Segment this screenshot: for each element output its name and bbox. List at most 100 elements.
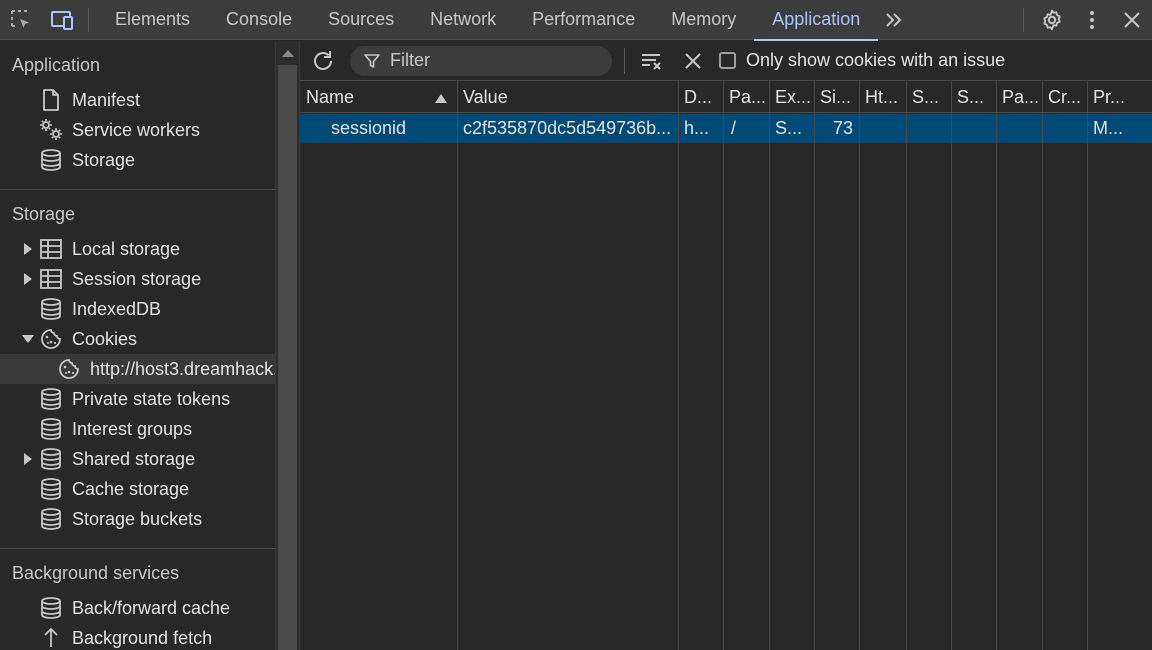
scrollbar-thumb[interactable] xyxy=(278,65,297,650)
table-row[interactable]: sessionid c2f535870dc5d549736b... h... /… xyxy=(300,114,1152,143)
filter-input-wrapper[interactable] xyxy=(350,45,612,76)
database-icon xyxy=(38,593,64,623)
column-divider[interactable] xyxy=(859,81,860,650)
sidebar-item-cookies[interactable]: Cookies xyxy=(0,324,275,354)
database-icon xyxy=(38,145,64,175)
expand-arrow-icon[interactable] xyxy=(22,264,34,294)
column-divider[interactable] xyxy=(951,81,952,650)
column-divider[interactable] xyxy=(678,81,679,650)
document-icon xyxy=(38,85,64,115)
section-header-application: Application xyxy=(12,54,101,75)
application-sidebar: Application Manifest Service workers Sto… xyxy=(0,41,275,650)
column-header-name[interactable]: Name xyxy=(300,81,457,113)
column-header-value[interactable]: Value xyxy=(457,81,678,113)
refresh-icon[interactable] xyxy=(300,41,346,81)
close-devtools-icon[interactable] xyxy=(1112,0,1152,40)
collapse-arrow-icon[interactable] xyxy=(22,324,34,354)
tab-memory[interactable]: Memory xyxy=(653,0,754,40)
only-issues-checkbox[interactable]: Only show cookies with an issue xyxy=(719,50,1005,71)
column-header-cross-site[interactable]: Cr... xyxy=(1042,81,1087,113)
sidebar-item-cache-storage[interactable]: Cache storage xyxy=(0,474,275,504)
column-divider[interactable] xyxy=(996,81,997,650)
sidebar-scrollbar[interactable] xyxy=(275,41,300,650)
column-divider[interactable] xyxy=(1087,81,1088,650)
cell-value: c2f535870dc5d549736b... xyxy=(463,118,672,138)
sidebar-item-local-storage[interactable]: Local storage xyxy=(0,234,275,264)
arrows-icon xyxy=(38,623,64,650)
cell-domain: h... xyxy=(684,118,710,138)
more-options-icon[interactable] xyxy=(1072,0,1112,40)
delete-selected-icon[interactable] xyxy=(675,41,711,81)
sidebar-item-service-workers[interactable]: Service workers xyxy=(0,115,275,145)
column-header-expires[interactable]: Ex... xyxy=(769,81,814,113)
cell-httponly xyxy=(859,114,906,143)
cookies-toolbar: Only show cookies with an issue xyxy=(300,41,1152,81)
separator xyxy=(1023,8,1024,32)
clear-filtered-cookies-icon[interactable] xyxy=(629,41,675,81)
device-toolbar-icon[interactable] xyxy=(42,0,82,40)
column-divider[interactable] xyxy=(1042,81,1043,650)
tab-sources[interactable]: Sources xyxy=(310,0,412,40)
column-divider[interactable] xyxy=(457,81,458,650)
gears-icon xyxy=(38,115,64,145)
filter-icon xyxy=(364,53,380,69)
column-header-samesite[interactable]: S... xyxy=(951,81,996,113)
sidebar-item-storage[interactable]: Storage xyxy=(0,145,275,175)
cell-size: 73 xyxy=(832,118,853,138)
more-tabs-icon[interactable] xyxy=(878,0,908,40)
scroll-up-arrow-icon[interactable] xyxy=(282,49,294,57)
cell-cross-site xyxy=(1042,114,1087,143)
sidebar-item-indexeddb[interactable]: IndexedDB xyxy=(0,294,275,324)
database-icon xyxy=(38,444,64,474)
section-header-background-services: Background services xyxy=(12,562,180,583)
cell-name: sessionid xyxy=(331,118,407,138)
column-header-priority[interactable]: Pr... xyxy=(1087,81,1152,113)
cell-partition-key xyxy=(996,114,1042,143)
tab-performance[interactable]: Performance xyxy=(514,0,653,40)
cell-path: / xyxy=(731,118,737,138)
sidebar-item-manifest[interactable]: Manifest xyxy=(0,85,275,115)
database-icon xyxy=(38,384,64,414)
database-icon xyxy=(38,504,64,534)
database-icon xyxy=(38,414,64,444)
column-divider[interactable] xyxy=(769,81,770,650)
sidebar-item-back-forward-cache[interactable]: Back/forward cache xyxy=(0,593,275,623)
tab-elements[interactable]: Elements xyxy=(97,0,208,40)
tab-application[interactable]: Application xyxy=(754,0,879,41)
cell-priority: M... xyxy=(1093,118,1123,138)
sidebar-item-session-storage[interactable]: Session storage xyxy=(0,264,275,294)
column-header-path[interactable]: Pa... xyxy=(723,81,769,113)
sidebar-item-cookie-origin[interactable]: http://host3.dreamhack.games:8888 xyxy=(0,354,275,384)
column-header-secure[interactable]: S... xyxy=(906,81,951,113)
column-header-partition-key[interactable]: Pa... xyxy=(996,81,1042,113)
expand-arrow-icon[interactable] xyxy=(22,444,34,474)
cookies-panel: Only show cookies with an issue Name Val… xyxy=(300,41,1152,650)
cell-expires: S... xyxy=(775,118,803,138)
sidebar-item-storage-buckets[interactable]: Storage buckets xyxy=(0,504,275,534)
section-header-storage: Storage xyxy=(12,203,76,224)
column-divider[interactable] xyxy=(906,81,907,650)
checkbox-box[interactable] xyxy=(719,52,736,69)
filter-input[interactable] xyxy=(390,50,590,71)
table-icon xyxy=(38,234,64,264)
column-header-httponly[interactable]: Ht... xyxy=(859,81,906,113)
sidebar-item-background-fetch[interactable]: Background fetch xyxy=(0,623,275,650)
table-icon xyxy=(38,264,64,294)
cookie-icon xyxy=(38,324,64,354)
sidebar-item-interest-groups[interactable]: Interest groups xyxy=(0,414,275,444)
inspect-element-icon[interactable] xyxy=(0,0,42,40)
column-divider[interactable] xyxy=(723,81,724,650)
sidebar-item-shared-storage[interactable]: Shared storage xyxy=(0,444,275,474)
cell-secure xyxy=(906,114,951,143)
expand-arrow-icon[interactable] xyxy=(22,234,34,264)
devtools-tab-bar: Elements Console Sources Network Perform… xyxy=(0,0,1152,41)
tab-console[interactable]: Console xyxy=(208,0,310,40)
database-icon xyxy=(38,294,64,324)
column-divider[interactable] xyxy=(814,81,815,650)
settings-gear-icon[interactable] xyxy=(1032,0,1072,40)
column-header-size[interactable]: Si... xyxy=(814,81,859,113)
sidebar-item-private-state-tokens[interactable]: Private state tokens xyxy=(0,384,275,414)
cookie-icon xyxy=(56,354,82,384)
tab-network[interactable]: Network xyxy=(412,0,514,40)
column-header-domain[interactable]: D... xyxy=(678,81,723,113)
